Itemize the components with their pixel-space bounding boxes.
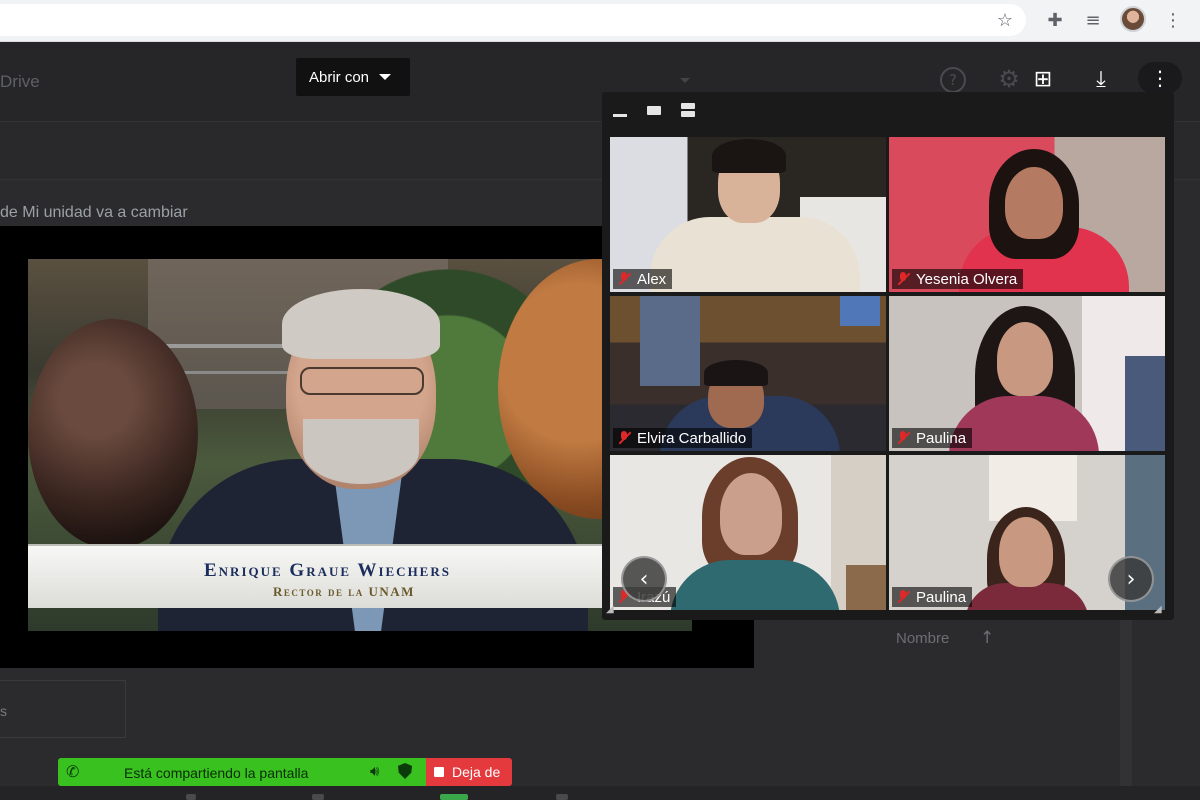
minimize-view-icon[interactable] xyxy=(612,100,628,120)
participant-name: Paulina xyxy=(916,588,967,606)
stop-sharing-button[interactable]: Deja de xyxy=(426,758,512,786)
muted-mic-icon xyxy=(617,430,631,446)
participant-face xyxy=(997,322,1053,396)
participant-face xyxy=(999,517,1053,587)
split-view-icon[interactable] xyxy=(680,100,696,120)
left-card-text: s xyxy=(0,703,7,719)
sort-by-name-label[interactable]: Nombre xyxy=(896,630,949,647)
participant-name-tag: Paulina xyxy=(892,428,973,448)
browser-toolbar: ☆ ✚ ≡ ⋮ xyxy=(0,0,1200,42)
participant-face xyxy=(1005,167,1063,239)
speaker-beard xyxy=(303,419,419,484)
participant-name: Paulina xyxy=(916,429,967,447)
participant-hair xyxy=(704,360,768,386)
participant-name-tag: Paulina xyxy=(892,587,973,607)
help-icon[interactable]: ? xyxy=(940,67,966,93)
screen-share-status: Está compartiendo la pantalla xyxy=(124,765,309,781)
previous-page-button[interactable]: ‹ xyxy=(621,556,667,602)
participant-figure xyxy=(650,217,860,292)
participant-name-tag: Elvira Carballido xyxy=(613,428,753,448)
participant-tile[interactable]: Elvira Carballido xyxy=(610,296,886,451)
participant-name: Yesenia Olvera xyxy=(916,270,1018,288)
participant-name-tag: Alex xyxy=(613,269,673,289)
speaker-hair xyxy=(282,289,440,359)
participant-face xyxy=(720,473,782,555)
muted-mic-icon xyxy=(617,271,631,287)
muted-mic-icon xyxy=(896,430,910,446)
participant-tile[interactable]: Yesenia Olvera xyxy=(889,137,1165,292)
participant-name: Alex xyxy=(637,270,667,288)
drive-title: Drive xyxy=(0,72,40,91)
main-video: Enrique Graue Wiechers Rector de la UNAM xyxy=(28,259,692,631)
participant-hair xyxy=(712,139,786,173)
browser-menu-icon[interactable]: ⋮ xyxy=(1160,7,1186,33)
add-comment-icon[interactable]: ⊞ xyxy=(1028,64,1058,94)
more-icon[interactable]: ⋮ xyxy=(1138,62,1182,94)
stop-icon xyxy=(434,767,444,777)
video-background-sphere xyxy=(28,319,198,549)
participant-tile[interactable]: Paulina xyxy=(889,296,1165,451)
speaker-icon[interactable]: 🔊︎ xyxy=(370,762,379,780)
participant-name: Elvira Carballido xyxy=(637,429,747,447)
muted-mic-icon xyxy=(896,589,910,605)
chevron-down-icon[interactable] xyxy=(680,78,690,83)
side-scroll-panel xyxy=(1120,620,1132,800)
muted-mic-icon xyxy=(896,271,910,287)
participant-tile[interactable]: Alex xyxy=(610,137,886,292)
resize-handle-icon[interactable]: ◢ xyxy=(606,604,618,616)
speaker-view-icon[interactable] xyxy=(646,100,662,120)
extensions-icon[interactable]: ✚ xyxy=(1042,7,1068,33)
gallery-view-icon[interactable] xyxy=(713,100,731,120)
profile-avatar[interactable] xyxy=(1120,6,1146,32)
bottom-toolbar-strip xyxy=(0,786,1200,800)
speaker-name: Enrique Graue Wiechers xyxy=(204,560,451,581)
speaker-lower-third: Enrique Graue Wiechers Rector de la UNAM xyxy=(28,544,608,608)
star-icon[interactable]: ☆ xyxy=(992,7,1018,33)
open-with-button[interactable]: Abrir con xyxy=(296,58,410,96)
speaker-role: Rector de la UNAM xyxy=(273,584,415,599)
chevron-down-icon xyxy=(379,74,392,80)
open-with-label: Abrir con xyxy=(309,68,370,86)
stop-sharing-label: Deja de xyxy=(452,764,501,780)
next-page-button[interactable]: › xyxy=(1108,556,1154,602)
participant-name-tag: Yesenia Olvera xyxy=(892,269,1024,289)
left-file-card[interactable]: s xyxy=(0,680,126,738)
download-icon[interactable]: ⤓ xyxy=(1086,64,1116,94)
media-controls-icon[interactable]: ≡ xyxy=(1080,7,1106,33)
address-bar[interactable] xyxy=(0,4,1026,36)
gear-icon[interactable]: ⚙ xyxy=(994,64,1024,94)
speaker-glasses xyxy=(300,367,424,395)
phone-icon: ✆ xyxy=(66,762,80,781)
resize-handle-icon[interactable]: ◢ xyxy=(1154,604,1166,616)
drive-notice: de Mi unidad va a cambiar xyxy=(0,204,188,221)
arrow-up-icon[interactable]: ↑ xyxy=(980,628,994,648)
